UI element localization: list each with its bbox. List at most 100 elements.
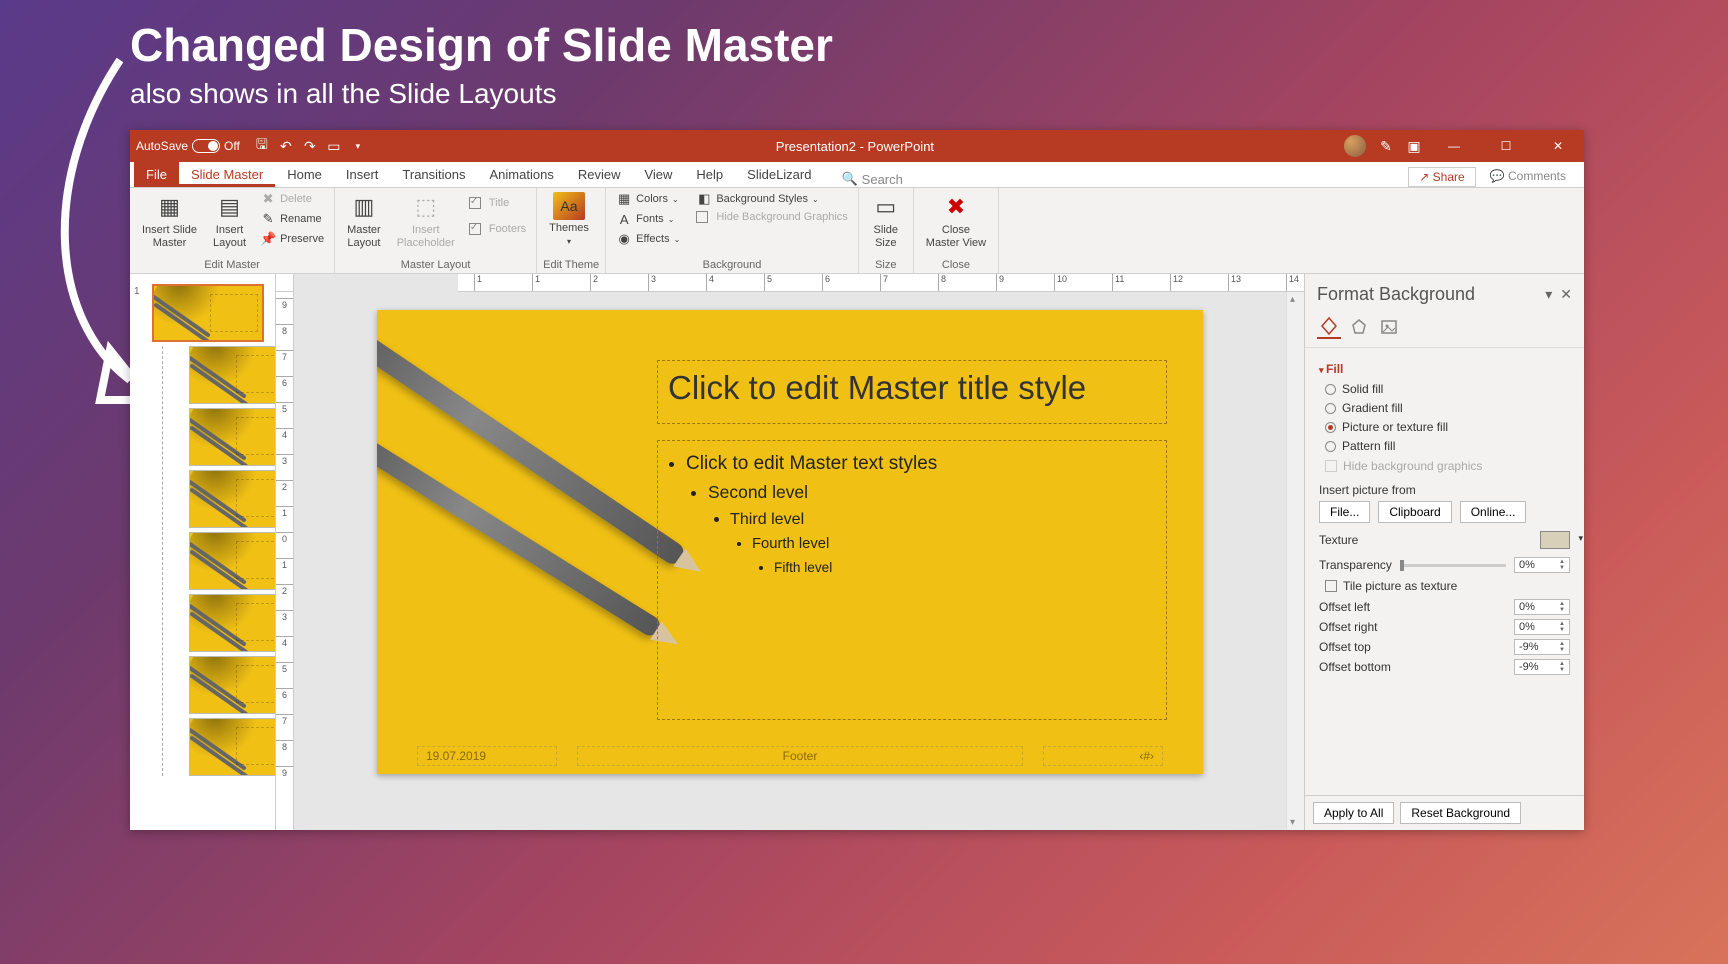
from-beginning-icon[interactable]: ▭ xyxy=(326,138,342,154)
qat-dropdown-icon[interactable]: ▾ xyxy=(350,138,366,154)
effects-tab-icon[interactable] xyxy=(1347,315,1371,339)
colors-button[interactable]: ▦Colors ⌄ xyxy=(612,190,684,208)
horizontal-ruler[interactable]: 112345678910111213141516 xyxy=(458,274,1304,292)
transparency-spinner[interactable]: 0%▲▼ xyxy=(1514,557,1570,573)
maximize-button[interactable]: ☐ xyxy=(1486,130,1526,162)
offset-right-spinner[interactable]: 0%▲▼ xyxy=(1514,619,1570,635)
background-styles-button[interactable]: ◧Background Styles ⌄ xyxy=(692,190,851,208)
layout-thumb[interactable] xyxy=(189,346,276,404)
bg-styles-icon: ◧ xyxy=(696,191,712,207)
pane-close-icon[interactable]: ✕ xyxy=(1560,286,1572,303)
ribbon: ▦ Insert Slide Master ▤ Insert Layout ✖D… xyxy=(130,188,1584,274)
group-label: Background xyxy=(612,257,852,273)
tab-review[interactable]: Review xyxy=(566,162,633,187)
thumbnail-pane[interactable]: 1 xyxy=(130,274,276,830)
tile-picture-checkbox[interactable]: Tile picture as texture xyxy=(1325,579,1564,593)
tab-animations[interactable]: Animations xyxy=(478,162,566,187)
vertical-scrollbar[interactable] xyxy=(1286,292,1304,830)
body-placeholder[interactable]: Click to edit Master text styles Second … xyxy=(657,440,1167,720)
drawing-mode-icon[interactable]: ✎ xyxy=(1378,138,1394,154)
footer-date-placeholder[interactable]: 19.07.2019 xyxy=(417,746,557,766)
minimize-button[interactable]: — xyxy=(1434,130,1474,162)
footers-checkbox: Footers xyxy=(465,222,530,236)
undo-icon[interactable]: ↶ xyxy=(278,138,294,154)
insert-slide-master-button[interactable]: ▦ Insert Slide Master xyxy=(136,190,203,252)
tab-file[interactable]: File xyxy=(134,162,179,187)
rename-button[interactable]: ✎Rename xyxy=(256,210,328,228)
offset-bottom-spinner[interactable]: -9%▲▼ xyxy=(1514,659,1570,675)
layout-thumb[interactable] xyxy=(189,408,276,466)
clipboard-button[interactable]: Clipboard xyxy=(1378,501,1451,523)
comments-button[interactable]: 💬 Comments xyxy=(1480,167,1576,187)
online-button[interactable]: Online... xyxy=(1460,501,1527,523)
group-label: Size xyxy=(865,257,907,273)
tab-home[interactable]: Home xyxy=(275,162,334,187)
picture-tab-icon[interactable] xyxy=(1377,315,1401,339)
solid-fill-radio[interactable]: Solid fill xyxy=(1325,382,1564,396)
themes-button[interactable]: Aa Themes ▾ xyxy=(543,190,595,249)
document-title: Presentation2 - PowerPoint xyxy=(366,139,1344,154)
fonts-icon: A xyxy=(616,211,632,227)
tab-insert[interactable]: Insert xyxy=(334,162,391,187)
offset-left-spinner[interactable]: 0%▲▼ xyxy=(1514,599,1570,615)
layout-thumb[interactable] xyxy=(189,532,276,590)
ribbon-tabs: File Slide Master Home Insert Transition… xyxy=(130,162,1584,188)
offset-bottom-label: Offset bottom xyxy=(1319,660,1391,674)
fonts-button[interactable]: AFonts ⌄ xyxy=(612,210,684,228)
footer-text-placeholder[interactable]: Footer xyxy=(577,746,1023,766)
picture-fill-radio[interactable]: Picture or texture fill xyxy=(1325,420,1564,434)
layout-thumb[interactable] xyxy=(189,470,276,528)
pane-title: Format Background xyxy=(1317,284,1537,305)
footer-number-placeholder[interactable]: ‹#› xyxy=(1043,746,1163,766)
title-checkbox: Title xyxy=(465,196,530,210)
share-button[interactable]: ↗ Share xyxy=(1408,167,1475,187)
vertical-ruler[interactable]: 9876543210123456789 xyxy=(276,292,294,830)
tell-me-search[interactable]: 🔍 Search xyxy=(841,171,902,187)
insert-placeholder-button[interactable]: ⬚ Insert Placeholder xyxy=(391,190,461,252)
hide-bg-checkbox: Hide Background Graphics xyxy=(692,210,851,224)
tab-transitions[interactable]: Transitions xyxy=(390,162,477,187)
gradient-fill-radio[interactable]: Gradient fill xyxy=(1325,401,1564,415)
texture-picker[interactable] xyxy=(1540,531,1570,549)
preserve-icon: 📌 xyxy=(260,231,276,247)
tab-help[interactable]: Help xyxy=(684,162,735,187)
user-avatar[interactable] xyxy=(1344,135,1366,157)
pencil-graphic xyxy=(377,314,687,567)
group-label: Edit Master xyxy=(136,257,328,273)
autosave-toggle[interactable]: AutoSave Off xyxy=(136,139,240,153)
ribbon-display-icon[interactable]: ▣ xyxy=(1406,138,1422,154)
thumb-number: 1 xyxy=(134,286,140,297)
tab-slidelizard[interactable]: SlideLizard xyxy=(735,162,823,187)
tab-slide-master[interactable]: Slide Master xyxy=(179,162,275,187)
pane-options-icon[interactable]: ▾ xyxy=(1545,286,1552,303)
layout-thumb[interactable] xyxy=(189,594,276,652)
colors-icon: ▦ xyxy=(616,191,632,207)
preserve-button[interactable]: 📌Preserve xyxy=(256,230,328,248)
apply-to-all-button[interactable]: Apply to All xyxy=(1313,802,1394,824)
redo-icon[interactable]: ↷ xyxy=(302,138,318,154)
transparency-slider[interactable] xyxy=(1400,564,1506,567)
reset-background-button[interactable]: Reset Background xyxy=(1400,802,1521,824)
slide-master-thumb[interactable] xyxy=(152,284,264,342)
themes-icon: Aa xyxy=(553,192,585,220)
effects-button[interactable]: ◉Effects ⌄ xyxy=(612,230,684,248)
save-icon[interactable]: 🖫 xyxy=(254,138,270,154)
slide-size-button[interactable]: ▭ Slide Size xyxy=(865,190,907,252)
offset-top-spinner[interactable]: -9%▲▼ xyxy=(1514,639,1570,655)
tab-view[interactable]: View xyxy=(632,162,684,187)
work-area: 1 112345678910111213141516 xyxy=(130,274,1584,830)
fill-section-header[interactable]: Fill xyxy=(1319,362,1570,376)
master-layout-button[interactable]: ▥ Master Layout xyxy=(341,190,387,252)
placeholder-icon: ⬚ xyxy=(411,192,441,222)
layout-thumb[interactable] xyxy=(189,718,276,776)
file-button[interactable]: File... xyxy=(1319,501,1370,523)
pattern-fill-radio[interactable]: Pattern fill xyxy=(1325,439,1564,453)
slide-canvas[interactable]: Click to edit Master title style Click t… xyxy=(377,310,1203,774)
title-placeholder[interactable]: Click to edit Master title style xyxy=(657,360,1167,424)
search-icon: 🔍 xyxy=(841,171,857,187)
close-master-view-button[interactable]: ✖ Close Master View xyxy=(920,190,992,252)
insert-layout-button[interactable]: ▤ Insert Layout xyxy=(207,190,252,252)
fill-tab-icon[interactable] xyxy=(1317,315,1341,339)
layout-thumb[interactable] xyxy=(189,656,276,714)
close-button[interactable]: ✕ xyxy=(1538,130,1578,162)
